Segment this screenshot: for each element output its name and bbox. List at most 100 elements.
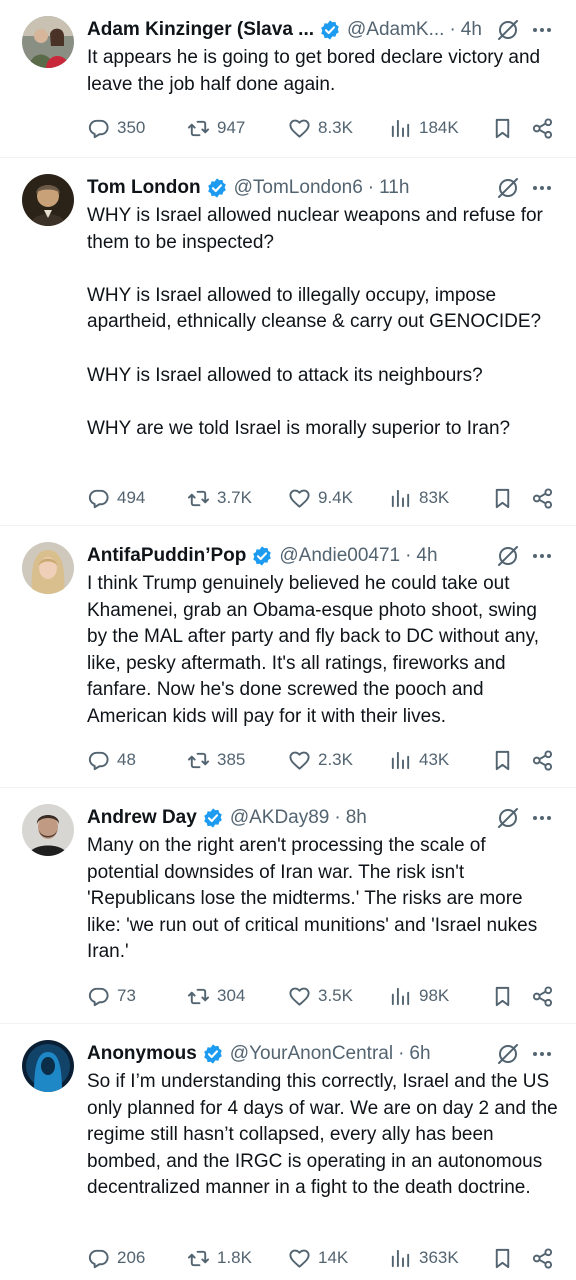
avatar[interactable] [22,542,74,594]
timestamp[interactable]: 11h [379,177,409,199]
verified-badge-icon [321,20,339,40]
views-button[interactable]: 363K [389,1245,459,1271]
bookmark-button[interactable] [491,115,514,141]
bookmark-icon [495,986,510,1006]
timestamp[interactable]: 4h [416,545,437,567]
more-icon[interactable] [530,1042,554,1066]
grok-icon[interactable] [496,1042,520,1066]
reply-button[interactable]: 206 [87,1245,145,1271]
retweet-button[interactable]: 947 [187,115,245,141]
views-count: 43K [419,750,450,769]
more-icon[interactable] [530,176,554,200]
tweet-actions: 206 1.8K 14K 363K [87,1245,554,1271]
more-icon[interactable] [530,18,554,42]
share-button[interactable] [531,485,554,511]
reply-button[interactable]: 73 [87,983,136,1009]
bookmark-button[interactable] [491,747,514,773]
like-button[interactable]: 2.3K [288,747,353,773]
retweet-count: 947 [217,118,246,137]
handle[interactable]: @Andie00471 [279,545,400,567]
verified-badge-icon [253,546,272,566]
tweet[interactable]: AntifaPuddin’Pop @Andie00471 · 4h I thin… [0,526,576,788]
views-button[interactable]: 83K [389,485,449,511]
like-icon [289,1249,310,1268]
verified-badge-icon [207,178,226,198]
share-button[interactable] [531,747,554,773]
tweet-actions: 494 3.7K 9.4K 83K [87,485,554,511]
tweet[interactable]: Anonymous @YourAnonCentral · 6h So if I’… [0,1024,576,1280]
retweet-button[interactable]: 385 [187,747,245,773]
avatar[interactable] [22,16,74,68]
display-name[interactable]: AntifaPuddin’Pop [87,545,246,567]
like-button[interactable]: 3.5K [288,983,353,1009]
tweet[interactable]: Andrew Day @AKDay89 · 8h Many on the rig… [0,788,576,1024]
share-button[interactable] [531,1245,554,1271]
views-button[interactable]: 98K [389,983,449,1009]
grok-icon[interactable] [496,176,520,200]
avatar[interactable] [22,174,74,226]
tweet[interactable]: Tom London @TomLondon6 · 11h WHY is Isra… [0,158,576,526]
like-icon [289,751,310,770]
handle[interactable]: @YourAnonCentral [230,1043,393,1065]
reply-button[interactable]: 48 [87,747,136,773]
share-button[interactable] [531,115,554,141]
tweet-actions: 350 947 8.3K 184K [87,115,554,141]
bookmark-icon [495,1248,510,1268]
separator: · [449,19,456,40]
reply-count: 494 [117,488,146,507]
reply-count: 73 [117,986,136,1005]
share-button[interactable] [531,983,554,1009]
tweet-text: It appears he is going to get bored decl… [87,47,546,95]
verified-badge-icon [204,808,222,828]
like-count: 8.3K [318,118,353,137]
timestamp[interactable]: 8h [346,807,367,829]
views-button[interactable]: 184K [389,115,459,141]
grok-icon[interactable] [496,806,520,830]
share-icon [532,117,553,139]
handle[interactable]: @AdamK... [347,19,444,41]
handle[interactable]: @AKDay89 [230,807,330,829]
retweet-button[interactable]: 304 [187,983,245,1009]
timestamp[interactable]: 6h [409,1043,430,1065]
share-icon [532,487,553,509]
grok-icon[interactable] [496,18,520,42]
verified-badge-icon [203,1044,222,1064]
views-icon [391,489,410,507]
bookmark-button[interactable] [491,983,514,1009]
retweet-button[interactable]: 3.7K [187,485,252,511]
retweet-button[interactable]: 1.8K [187,1245,252,1271]
like-icon [289,489,310,508]
like-button[interactable]: 9.4K [288,485,353,511]
reply-icon [88,987,109,1006]
like-button[interactable]: 8.3K [288,115,353,141]
retweet-icon [187,988,210,1004]
reply-icon [88,489,109,508]
display-name[interactable]: Tom London [87,177,201,199]
tweet[interactable]: Adam Kinzinger (Slava ... @AdamK... · 4h… [0,0,576,158]
more-icon[interactable] [530,806,554,830]
display-name[interactable]: Andrew Day [87,807,197,829]
bookmark-button[interactable] [491,485,514,511]
timestamp[interactable]: 4h [461,19,482,41]
more-icon[interactable] [530,544,554,568]
like-button[interactable]: 14K [288,1245,348,1271]
like-icon [289,119,310,138]
tweet-header: Tom London @TomLondon6 · 11h [87,174,560,202]
retweet-icon [187,752,210,768]
display-name[interactable]: Adam Kinzinger (Slava ... [87,19,314,41]
views-count: 184K [419,118,459,137]
handle[interactable]: @TomLondon6 [234,177,363,199]
grok-icon[interactable] [496,544,520,568]
reply-icon [88,119,109,138]
tweet-header: AntifaPuddin’Pop @Andie00471 · 4h [87,542,560,570]
reply-button[interactable]: 494 [87,485,145,511]
separator: · [398,1043,405,1064]
avatar[interactable] [22,804,74,856]
display-name[interactable]: Anonymous [87,1043,197,1065]
reply-button[interactable]: 350 [87,115,145,141]
views-count: 83K [419,488,450,507]
avatar[interactable] [22,1040,74,1092]
views-button[interactable]: 43K [389,747,449,773]
bookmark-button[interactable] [491,1245,514,1271]
bookmark-icon [495,750,510,770]
